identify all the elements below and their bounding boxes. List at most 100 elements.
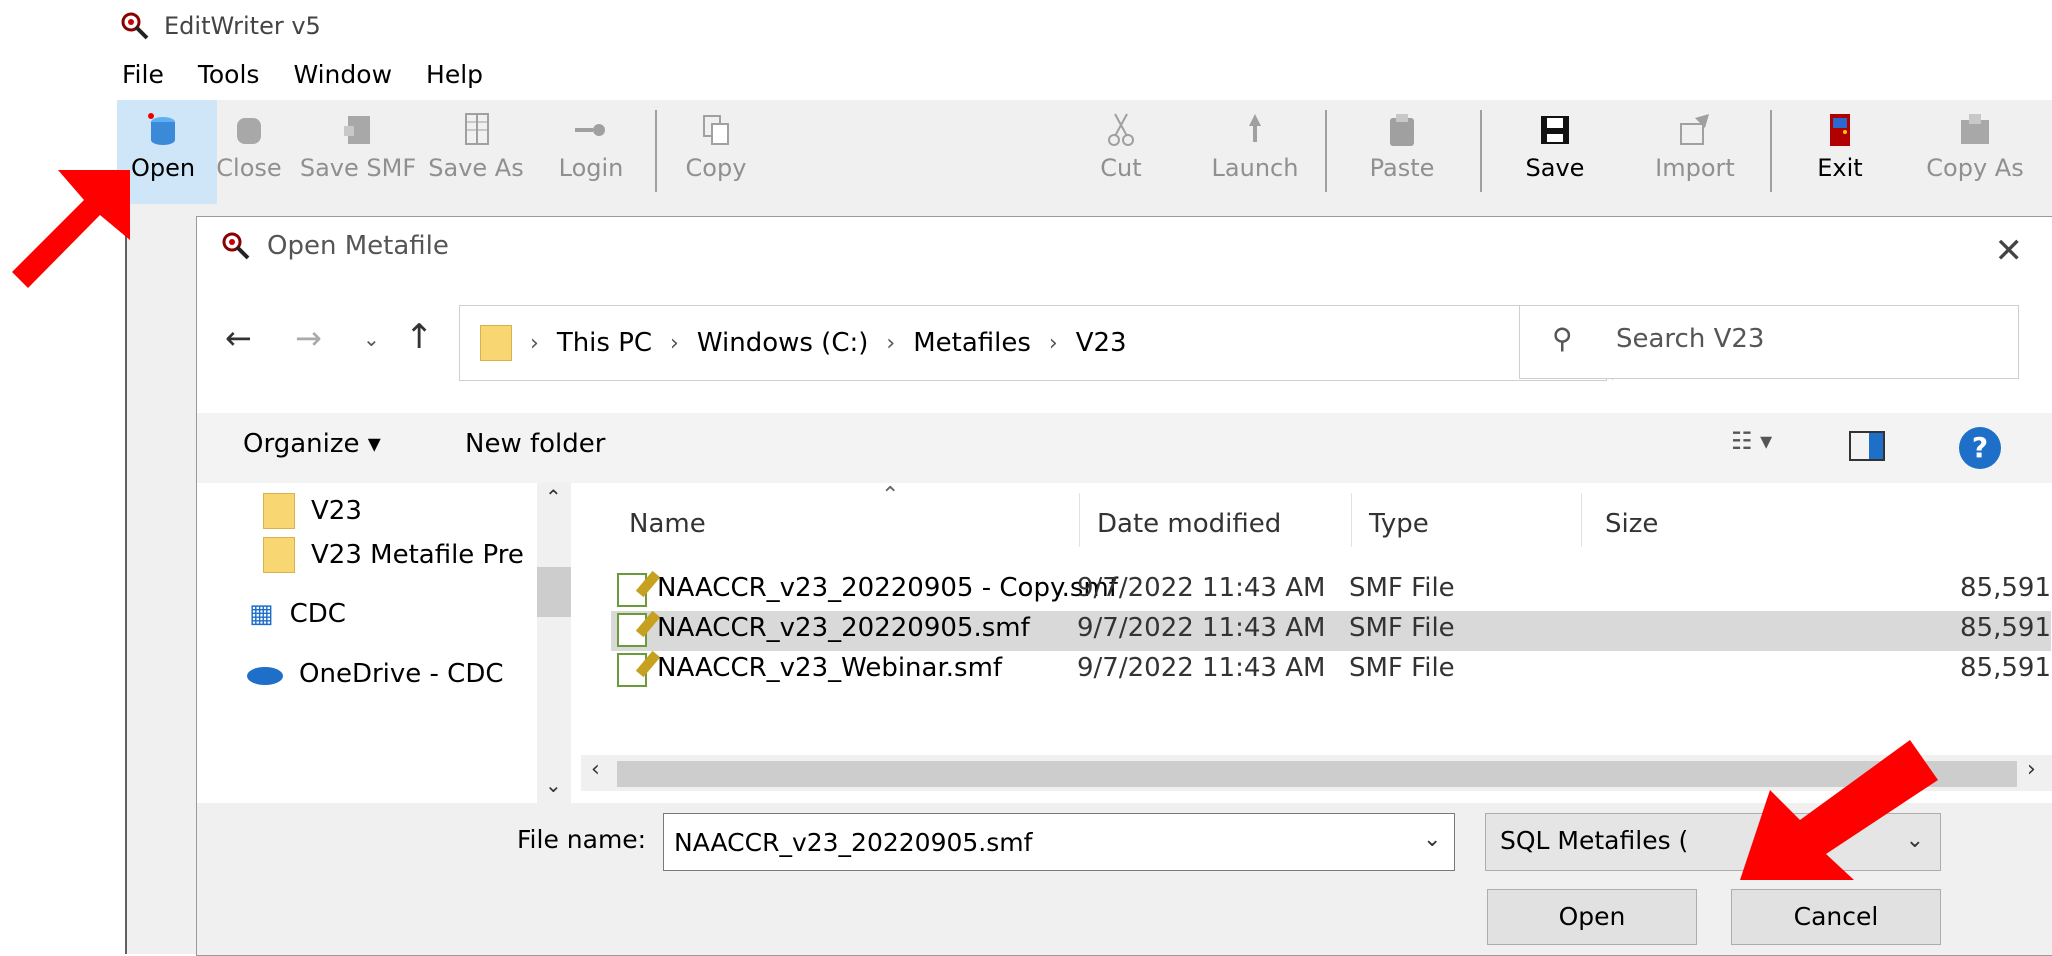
folder-icon: [480, 325, 512, 361]
toolbar-login-button[interactable]: Login: [545, 100, 637, 206]
menu-window[interactable]: Window: [293, 60, 392, 89]
address-bar[interactable]: › This PC › Windows (C:) › Metafiles › V…: [459, 305, 1659, 381]
preview-pane-icon[interactable]: [1849, 431, 1885, 461]
dialog-titlebar: Open Metafile: [221, 231, 449, 261]
toolbar-save-smf-label: Save SMF: [299, 154, 417, 182]
breadcrumb: › This PC › Windows (C:) › Metafiles › V…: [480, 306, 1127, 380]
app-titlebar: EditWriter v5: [120, 6, 321, 46]
file-date: 9/7/2022 11:43 AM: [1077, 573, 1326, 603]
file-name-input[interactable]: [663, 813, 1455, 871]
scroll-down-icon[interactable]: ⌄: [545, 773, 562, 797]
file-name: NAACCR_v23_Webinar.smf: [657, 653, 1003, 683]
nav-item-label: CDC: [289, 599, 346, 629]
toolbar-save-smf-button[interactable]: Save SMF: [293, 100, 423, 206]
view-options-icon[interactable]: ☷ ▾: [1731, 427, 1772, 455]
scroll-left-icon[interactable]: ‹: [591, 757, 600, 782]
breadcrumb-this-pc[interactable]: This PC: [557, 328, 652, 358]
toolbar-import-label: Import: [1655, 154, 1735, 182]
close-icon[interactable]: ✕: [1995, 231, 2024, 271]
scissors-icon: [1103, 112, 1139, 148]
folder-icon: [263, 493, 295, 529]
open-database-icon: [145, 112, 181, 148]
column-divider[interactable]: [1079, 493, 1080, 547]
column-header-size[interactable]: Size: [1605, 509, 1658, 539]
toolbar-copy-as-button[interactable]: Copy As: [1920, 100, 2030, 206]
toolbar-exit-button[interactable]: Exit: [1800, 100, 1880, 206]
smf-file-icon: [617, 653, 647, 687]
toolbar-copy-button[interactable]: Copy: [671, 100, 761, 206]
toolbar-launch-button[interactable]: Launch: [1205, 100, 1305, 206]
nav-scrollbar[interactable]: [537, 483, 571, 803]
breadcrumb-metafiles[interactable]: Metafiles: [913, 328, 1031, 358]
column-header-date[interactable]: Date modified: [1097, 509, 1281, 539]
toolbar-paste-button[interactable]: Paste: [1357, 100, 1447, 206]
toolbar-exit-label: Exit: [1817, 154, 1863, 182]
toolbar-save-as-label: Save As: [428, 154, 524, 182]
breadcrumb-v23[interactable]: V23: [1076, 328, 1127, 358]
nav-item-cdc[interactable]: ▦ CDC: [249, 599, 346, 629]
chevron-right-icon[interactable]: ›: [1049, 331, 1058, 356]
toolbar-save-label: Save: [1525, 154, 1585, 182]
nav-item-v23[interactable]: V23: [263, 493, 362, 529]
toolbar-cut-label: Cut: [1100, 154, 1142, 182]
nav-item-label: V23 Metafile Pre: [311, 540, 524, 570]
up-arrow-icon[interactable]: ↑: [405, 317, 434, 357]
back-arrow-icon[interactable]: ←: [225, 319, 252, 357]
scroll-right-icon[interactable]: ›: [2027, 757, 2036, 782]
launch-icon: [1237, 112, 1273, 148]
open-button[interactable]: Open: [1487, 889, 1697, 945]
app-title: EditWriter v5: [164, 12, 321, 40]
sort-caret-icon: ⌃: [881, 483, 900, 508]
nav-item-label: OneDrive - CDC: [299, 659, 504, 689]
file-name: NAACCR_v23_20220905.smf: [657, 613, 1030, 643]
organize-button[interactable]: Organize ▾: [243, 429, 381, 459]
red-arrow-annotation: [12, 170, 130, 288]
toolbar-save-button[interactable]: Save: [1510, 100, 1600, 206]
menu-help[interactable]: Help: [426, 60, 483, 89]
toolbar-cut-button[interactable]: Cut: [1081, 100, 1161, 206]
file-name-dropdown-icon[interactable]: ⌄: [1423, 827, 1441, 852]
menu-file[interactable]: File: [122, 60, 164, 89]
toolbar-login-label: Login: [558, 154, 624, 182]
nav-item-onedrive[interactable]: OneDrive - CDC: [245, 659, 504, 689]
nav-item-v23-metafile-pre[interactable]: V23 Metafile Pre: [263, 537, 524, 573]
smf-file-icon: [617, 573, 647, 607]
save-smf-icon: [340, 112, 376, 148]
toolbar-separator: [655, 110, 657, 192]
new-folder-button[interactable]: New folder: [465, 429, 605, 459]
file-row[interactable]: NAACCR_v23_20220905 - Copy.smf 9/7/2022 …: [611, 571, 2051, 611]
file-name: NAACCR_v23_20220905 - Copy.smf: [657, 573, 1118, 603]
menubar: File Tools Window Help: [122, 60, 517, 89]
toolbar-import-button[interactable]: Import: [1645, 100, 1745, 206]
file-name-label: File name:: [517, 825, 647, 854]
folder-icon: [263, 537, 295, 573]
search-input[interactable]: ⚲ Search V23: [1519, 305, 2019, 379]
forward-arrow-icon[interactable]: →: [295, 319, 322, 357]
file-row-selected[interactable]: NAACCR_v23_20220905.smf 9/7/2022 11:43 A…: [611, 611, 2051, 651]
toolbar-launch-label: Launch: [1211, 154, 1299, 182]
scroll-up-icon[interactable]: ⌃: [545, 485, 562, 509]
toolbar-save-as-button[interactable]: Save As: [421, 100, 531, 206]
nav-scrollbar-thumb[interactable]: [537, 567, 571, 617]
file-row[interactable]: NAACCR_v23_Webinar.smf 9/7/2022 11:43 AM…: [611, 651, 2051, 691]
dialog-logo-icon: [222, 232, 250, 260]
help-icon[interactable]: ?: [1959, 427, 2001, 469]
menu-tools[interactable]: Tools: [198, 60, 260, 89]
column-divider[interactable]: [1581, 493, 1582, 547]
recent-locations-chevron-icon[interactable]: ⌄: [363, 327, 380, 351]
nav-item-label: V23: [311, 496, 362, 526]
toolbar-close-button[interactable]: Close: [199, 100, 299, 206]
column-divider[interactable]: [1351, 493, 1352, 547]
breadcrumb-windows-c[interactable]: Windows (C:): [697, 328, 869, 358]
key-icon: [573, 112, 609, 148]
chevron-right-icon[interactable]: ›: [670, 331, 679, 356]
file-size: 85,591: [1960, 573, 2051, 603]
chevron-right-icon[interactable]: ›: [886, 331, 895, 356]
toolbar-separator: [1325, 110, 1327, 192]
column-header-type[interactable]: Type: [1369, 509, 1429, 539]
toolbar: Open Close Save SMF Save As Login Copy C…: [117, 100, 2052, 206]
toolbar-close-label: Close: [216, 154, 282, 182]
file-type: SMF File: [1349, 653, 1455, 683]
cloud-icon: [247, 667, 283, 685]
column-header-name[interactable]: Name: [629, 509, 706, 539]
